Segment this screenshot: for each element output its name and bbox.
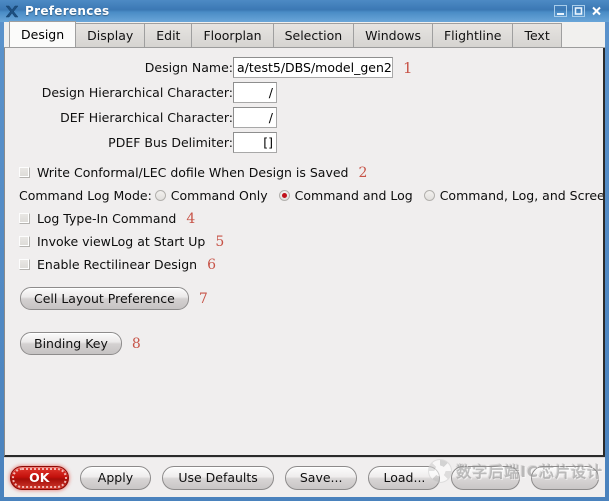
maximize-icon[interactable] xyxy=(571,4,586,18)
field-row-design-name: Design Name: a/test5/DBS/model_gen2.dat … xyxy=(5,56,603,79)
radio-label: Command and Log xyxy=(294,188,413,203)
save-label: Save... xyxy=(299,470,343,485)
annotation-5: 5 xyxy=(215,233,225,250)
ok-button[interactable]: OK xyxy=(10,465,69,490)
write-dofile-label: Write Conformal/LEC dofile When Design i… xyxy=(37,165,349,180)
tab-label: Windows xyxy=(365,28,421,43)
preferences-window: Preferences Design Display Edit Floorpla… xyxy=(0,0,609,501)
annotation-7: 7 xyxy=(198,290,208,307)
tab-label: Display xyxy=(87,28,134,43)
minimize-icon[interactable] xyxy=(553,4,568,18)
write-dofile-checkbox[interactable] xyxy=(19,167,30,178)
checkbox-row-log-typein: Log Type-In Command 4 xyxy=(5,208,603,229)
field-row-def-hier-char: DEF Hierarchical Character: / xyxy=(5,106,603,129)
design-name-label: Design Name: xyxy=(144,60,233,75)
annotation-8: 8 xyxy=(131,335,141,352)
dialog-button-bar: OK Apply Use Defaults Save... Load... 数字… xyxy=(4,457,605,497)
tab-floorplan[interactable]: Floorplan xyxy=(191,23,274,47)
checkbox-row-rectilinear: Enable Rectilinear Design 6 xyxy=(5,254,603,275)
field-row-pdef-bus-delimiter: PDEF Bus Delimiter: [] xyxy=(5,131,603,154)
binding-key-row: Binding Key 8 xyxy=(5,332,603,355)
tab-label: Edit xyxy=(156,28,181,43)
load-button[interactable]: Load... xyxy=(368,465,441,490)
apply-label: Apply xyxy=(97,470,134,485)
annotation-2: 2 xyxy=(358,164,368,181)
design-name-input[interactable]: a/test5/DBS/model_gen2.dat xyxy=(233,57,393,78)
enable-rectilinear-design-label: Enable Rectilinear Design xyxy=(37,257,198,272)
invoke-viewlog-checkbox[interactable] xyxy=(19,236,30,247)
use-defaults-label: Use Defaults xyxy=(178,470,258,485)
enable-rectilinear-design-checkbox[interactable] xyxy=(19,259,30,270)
x-app-icon xyxy=(4,3,20,19)
annotation-6: 6 xyxy=(207,256,217,273)
tab-edit[interactable]: Edit xyxy=(144,23,193,47)
tab-bar: Design Display Edit Floorplan Selection … xyxy=(4,21,605,48)
radio-command-log-and-screen[interactable]: Command, Log, and Screen xyxy=(423,188,605,203)
tab-text[interactable]: Text xyxy=(512,23,562,47)
design-tab-panel: Design Name: a/test5/DBS/model_gen2.dat … xyxy=(4,48,605,457)
pdef-bus-delimiter-label: PDEF Bus Delimiter: xyxy=(108,135,233,150)
radio-command-only[interactable]: Command Only xyxy=(154,188,276,203)
obscured-button-2[interactable] xyxy=(530,465,599,490)
obscured-button-1[interactable] xyxy=(451,465,520,490)
binding-key-button[interactable]: Binding Key xyxy=(20,332,122,355)
checkbox-row-invoke-viewlog: Invoke viewLog at Start Up 5 xyxy=(5,231,603,252)
save-button[interactable]: Save... xyxy=(284,465,358,490)
tab-flightline[interactable]: Flightline xyxy=(431,23,514,47)
annotation-4: 4 xyxy=(186,210,196,227)
tab-display[interactable]: Display xyxy=(75,23,146,47)
tab-label: Flightline xyxy=(443,28,502,43)
radio-command-and-log[interactable]: Command and Log xyxy=(278,188,421,203)
def-hierarchical-character-input[interactable]: / xyxy=(233,107,277,128)
close-icon[interactable] xyxy=(589,4,604,18)
design-hierarchical-character-label: Design Hierarchical Character: xyxy=(41,85,233,100)
annotation-1: 1 xyxy=(403,58,413,77)
cell-layout-preference-button[interactable]: Cell Layout Preference xyxy=(20,287,189,310)
load-label: Load... xyxy=(383,470,426,485)
log-typein-command-label: Log Type-In Command xyxy=(37,211,177,226)
command-log-mode-label: Command Log Mode: xyxy=(19,188,152,203)
window-title: Preferences xyxy=(25,4,110,18)
text-field-group: Design Name: a/test5/DBS/model_gen2.dat … xyxy=(5,48,603,154)
tab-strip-filler xyxy=(561,23,605,47)
ok-label: OK xyxy=(29,470,50,485)
checkbox-row-write-dofile: Write Conformal/LEC dofile When Design i… xyxy=(5,162,603,183)
tab-label: Text xyxy=(524,28,550,43)
tab-label: Floorplan xyxy=(203,28,262,43)
use-defaults-button[interactable]: Use Defaults xyxy=(162,465,274,490)
invoke-viewlog-label: Invoke viewLog at Start Up xyxy=(37,234,206,249)
tab-selection[interactable]: Selection xyxy=(272,23,355,47)
radio-dot-icon xyxy=(423,190,435,201)
radio-label: Command Only xyxy=(170,188,268,203)
def-hierarchical-character-label: DEF Hierarchical Character: xyxy=(60,110,233,125)
radio-label: Command, Log, and Screen xyxy=(439,188,605,203)
radio-dot-icon-selected xyxy=(278,190,290,201)
design-hierarchical-character-input[interactable]: / xyxy=(233,82,277,103)
apply-button[interactable]: Apply xyxy=(79,465,152,490)
window-controls xyxy=(553,4,607,18)
title-bar: Preferences xyxy=(0,0,609,22)
pdef-bus-delimiter-input[interactable]: [] xyxy=(233,132,277,153)
tab-windows[interactable]: Windows xyxy=(353,23,433,47)
tab-design[interactable]: Design xyxy=(9,21,77,47)
field-row-design-hier-char: Design Hierarchical Character: / xyxy=(5,81,603,104)
radio-dot-icon xyxy=(154,190,166,201)
tab-label: Design xyxy=(21,27,65,42)
log-typein-command-checkbox[interactable] xyxy=(19,213,30,224)
tab-label: Selection xyxy=(284,28,343,43)
cell-layout-preference-row: Cell Layout Preference 7 xyxy=(5,287,603,310)
command-log-mode-row: Command Log Mode: Command Only Command a… xyxy=(5,185,603,206)
